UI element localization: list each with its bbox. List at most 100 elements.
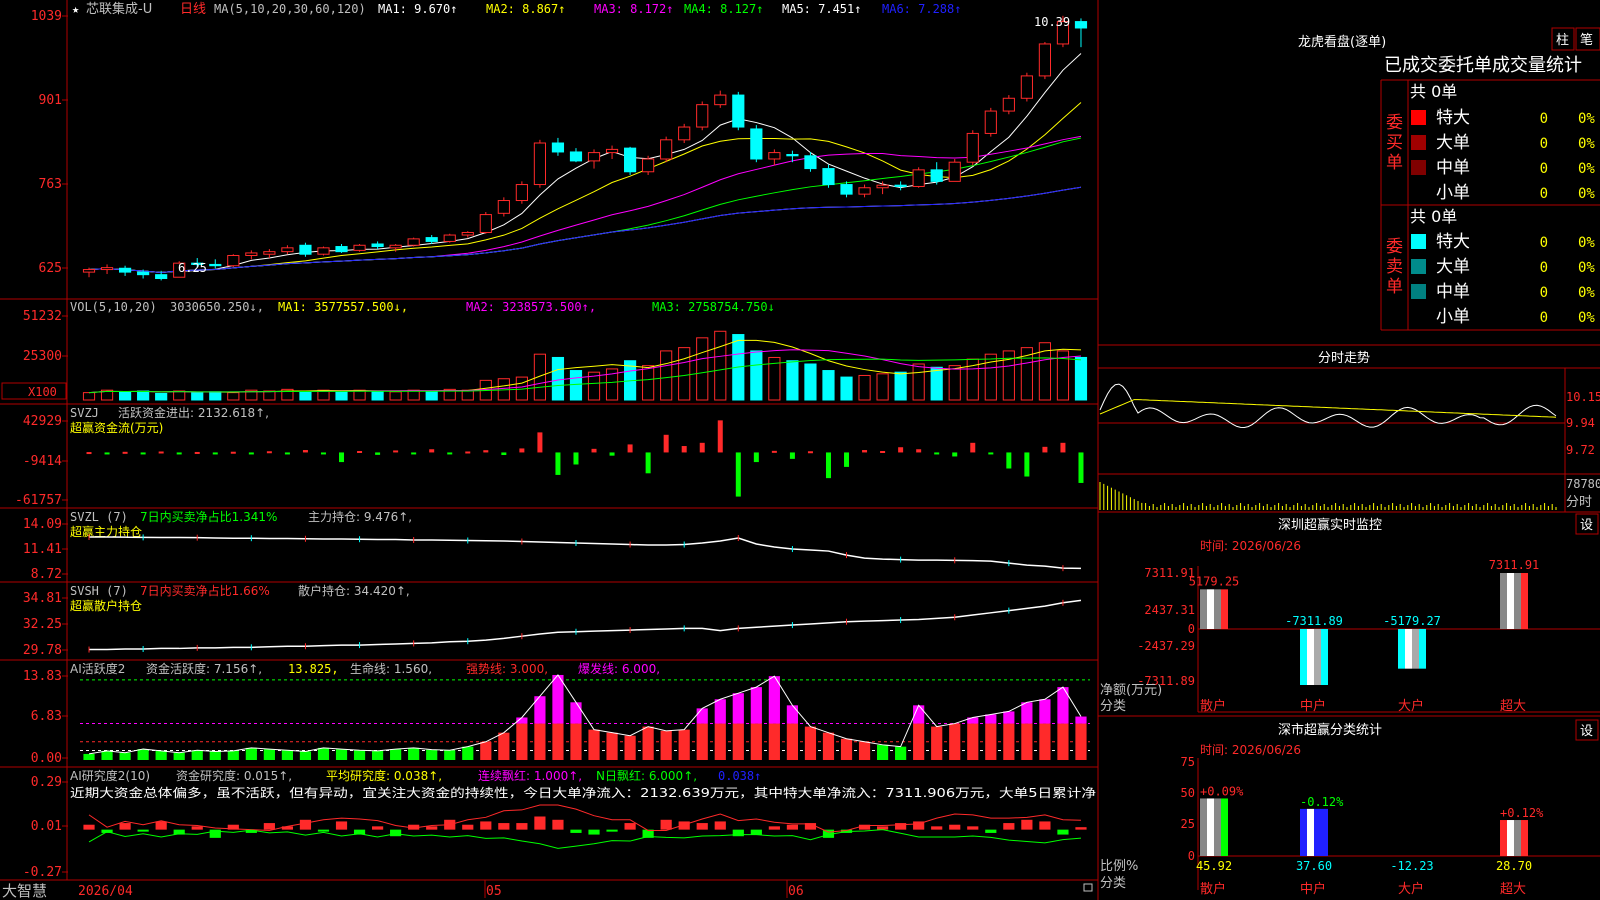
activity-bar [696,723,708,760]
research-bar [588,829,600,835]
svsh-title: SVSH (7) [70,584,128,598]
sh-bar-stripe [1214,798,1221,856]
activity-bar [660,730,672,760]
sz-bar-stripe [1300,629,1307,685]
money-flow-bar [501,452,507,456]
research-bar [931,826,943,830]
activity-bar [498,732,510,760]
activity-bar [191,750,203,760]
y-tick-label: 25300 [23,349,62,364]
activity-bar [335,749,348,760]
research-bar [1075,827,1087,830]
activity-bar [552,723,564,760]
volume-bar [642,365,655,401]
sz-bar-stripe [1514,573,1521,629]
sz-settings-label: 设 [1580,518,1593,533]
ai2-research: 资金研究度: 0.015↑, [176,768,292,783]
volume-bar [948,365,961,401]
research-bar [552,819,564,830]
activity-bar [985,723,997,760]
y-tick-label: 34.81 [23,591,62,606]
volume-bar [335,390,348,401]
sell-total: 共 0单 [1410,207,1457,226]
ai2-title: AI研究度2(10) [70,768,150,783]
kline-plot [82,15,1088,281]
order-size-name: 大单 [1436,133,1470,153]
candle-body [299,244,312,255]
y-tick-label: 13.83 [23,669,62,684]
research-bar [498,823,510,830]
vol-legend-item: MA2: 3238573.500↑, [466,300,596,314]
order-pct: 0% [1578,161,1595,177]
activity-bar [840,738,853,760]
y-tick-label: -9414 [23,454,62,469]
sh-bar-stripe [1300,808,1307,856]
sh-stats-panel: 深市超赢分类统计 设 时间: 2026/06/26 75 50 25 0 比例% 分类… [1100,719,1600,897]
sz-category: 散户 [1200,698,1226,714]
svzj-active-flow: 活跃资金进出: 2132.618↑, [118,405,269,420]
activity-bar [913,723,925,760]
period-label[interactable]: 日线 [180,2,206,17]
money-flow-bar [825,452,831,479]
y-tick-label: 11.41 [23,542,62,557]
candle-body [407,238,420,246]
activity-bar [768,723,780,760]
money-flow-bar [357,451,363,454]
research-bar [371,826,384,830]
favorite-star-icon[interactable]: ★ [72,2,79,16]
money-flow-bar [934,452,940,455]
candle-body [732,94,745,128]
sh-plot: +0.09% 45.92 -0.12% 37.60 -12.23 +0.12% 28.70 散… [1196,758,1600,897]
activity-bar [570,723,582,760]
research-green-line [88,829,1082,849]
stock-title[interactable]: 芯联集成-U [86,1,152,17]
svzj-plot [86,420,1084,497]
money-flow-bar [970,442,976,453]
research-bar [83,824,95,830]
buy-label-char: 单 [1386,153,1403,173]
intraday-price-line [1099,383,1557,429]
activity-bar [822,732,835,760]
sz-y-axis: 7311.912437.310-2437.29-7311.89 [1137,566,1195,688]
money-flow-bar [104,452,110,455]
research-bar [949,824,961,830]
activity-bar [534,723,546,760]
ma-legend-item: MA1: 9.670↑ [378,2,457,16]
activity-bar [876,744,889,760]
activity-bar [444,750,456,760]
volume-bar [840,376,853,401]
sz-bar-stripe [1419,629,1426,669]
money-flow-bar [266,451,272,454]
volume-bar [786,360,799,401]
lhb-stat-tabs[interactable]: 已成交委托单成交量统计 [1384,55,1582,76]
intraday-mode-label[interactable]: 分时 [1566,495,1592,510]
lock-icon[interactable] [1083,883,1093,892]
y-tick-label: 0.00 [31,751,62,766]
activity-burst-bar [786,705,799,724]
svsh-retail-position: 散户持仓: 34.420↑, [298,583,410,598]
activity-bar [390,749,402,760]
vol-legend-item: MA3: 2758754.750↓ [652,300,775,314]
volume-bar [299,391,312,401]
money-flow-bar [844,452,850,467]
research-bar [985,829,997,833]
volume-bar [191,392,204,401]
buy-side-label: 委买单 [1386,113,1403,173]
ai2-value5: 0.038↑ [718,769,761,783]
volume-bar [173,390,186,401]
intraday-panel: 分时走势 10.15 9.94 9.72 78780 分时 [1098,350,1600,512]
activity-bar [1003,723,1015,760]
ma-line [88,53,1082,273]
vol-unit: X100 [28,385,57,399]
volume-bar [461,389,474,401]
lhb-panel: 龙虎看盘(逐单) 柱 笔 已成交委托单成交量统计 委买单 委卖单 共 0单 共 … [1298,27,1600,331]
activity-bar [895,746,907,760]
candle-body [479,214,492,233]
candle-body [335,246,348,253]
money-flow-bar [320,452,326,455]
activity-bar [786,723,799,760]
research-bar [967,826,979,830]
money-flow-bar [898,447,904,453]
candle-body [245,252,258,256]
retail-position-line [89,599,1082,651]
